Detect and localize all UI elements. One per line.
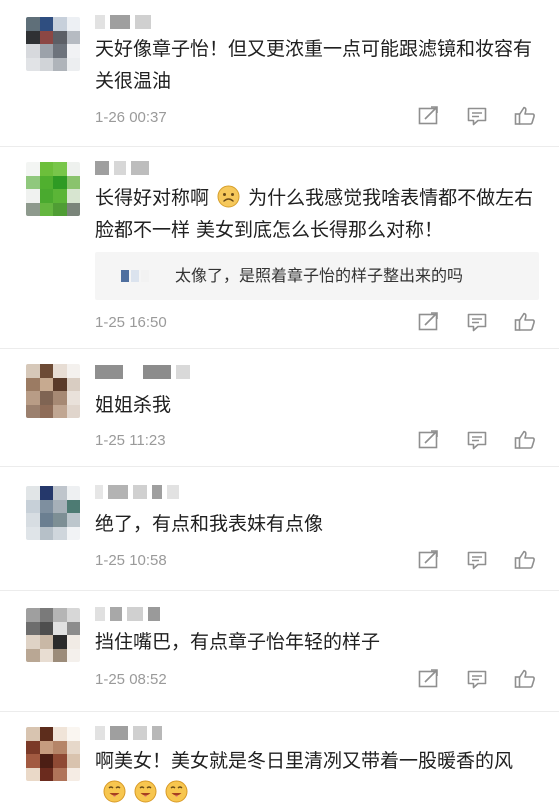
reply-icon[interactable] xyxy=(465,428,489,452)
comment-time: 1-25 16:50 xyxy=(95,314,167,331)
comment-actions xyxy=(417,310,537,334)
username-redacted[interactable] xyxy=(95,723,162,743)
comment-time: 1-25 08:52 xyxy=(95,671,167,688)
share-icon[interactable] xyxy=(417,667,441,691)
confused-face-icon xyxy=(217,185,240,208)
avatar[interactable] xyxy=(26,17,80,71)
share-icon[interactable] xyxy=(417,548,441,572)
reply-icon[interactable] xyxy=(465,667,489,691)
thumbs-up-icon[interactable] xyxy=(513,667,537,691)
comment-actions xyxy=(417,104,537,128)
avatar[interactable] xyxy=(26,162,80,216)
thumbs-up-icon[interactable] xyxy=(513,104,537,128)
username-redacted[interactable] xyxy=(95,482,179,502)
reply-icon[interactable] xyxy=(465,548,489,572)
comment-item: 天好像章子怡！但又更浓重一点可能跟滤镜和妆容有关很温油 1-26 00:37 xyxy=(0,0,559,147)
comment-actions xyxy=(417,667,537,691)
share-icon[interactable] xyxy=(417,104,441,128)
username-redacted[interactable] xyxy=(95,362,190,382)
comment-item: 挡住嘴巴，有点章子怡年轻的样子 1-25 08:52 xyxy=(0,590,559,712)
tongue-face-icon xyxy=(103,780,126,803)
username-redacted[interactable] xyxy=(95,604,160,624)
username-redacted[interactable] xyxy=(95,12,151,32)
emoji-row xyxy=(101,780,190,803)
share-icon[interactable] xyxy=(417,310,441,334)
comment-text: 长得好对称啊 为什么我感觉我啥表情都不做左右脸都不一样 美女到底怎么长得那么对称… xyxy=(95,182,535,246)
thumbs-up-icon[interactable] xyxy=(513,548,537,572)
avatar[interactable] xyxy=(26,608,80,662)
comment-item: 姐姐杀我 1-25 11:23 xyxy=(0,348,559,467)
comment-actions xyxy=(417,428,537,452)
thumbs-up-icon[interactable] xyxy=(513,428,537,452)
comment-item: 绝了，有点和我表妹有点像 1-25 10:58 xyxy=(0,466,559,591)
comment-text-part-1: 长得好对称啊 xyxy=(95,187,210,209)
comment-item: 长得好对称啊 为什么我感觉我啥表情都不做左右脸都不一样 美女到底怎么长得那么对称… xyxy=(0,146,559,349)
comment-text: 挡住嘴巴，有点章子怡年轻的样子 xyxy=(95,631,381,653)
quote-text: 太像了，是照着章子怡的样子整出来的吗 xyxy=(175,266,464,285)
tongue-face-icon xyxy=(134,780,157,803)
comment-text-body: 啊美女！美女就是冬日里清冽又带着一股暖香的风 xyxy=(95,750,514,772)
comment-actions xyxy=(417,548,537,572)
comment-time: 1-26 00:37 xyxy=(95,109,167,126)
reply-icon[interactable] xyxy=(465,104,489,128)
comment-text: 啊美女！美女就是冬日里清冽又带着一股暖香的风 xyxy=(95,745,535,809)
comment-item: 啊美女！美女就是冬日里清冽又带着一股暖香的风 xyxy=(0,711,559,806)
username-redacted[interactable] xyxy=(95,158,149,178)
quote-avatar xyxy=(121,270,149,282)
quoted-reply[interactable]: 太像了，是照着章子怡的样子整出来的吗 xyxy=(95,252,539,300)
reply-icon[interactable] xyxy=(465,310,489,334)
thumbs-up-icon[interactable] xyxy=(513,310,537,334)
avatar[interactable] xyxy=(26,727,80,781)
comment-text: 绝了，有点和我表妹有点像 xyxy=(95,513,324,535)
share-icon[interactable] xyxy=(417,428,441,452)
comment-time: 1-25 10:58 xyxy=(95,552,167,569)
avatar[interactable] xyxy=(26,364,80,418)
comment-text: 天好像章子怡！但又更浓重一点可能跟滤镜和妆容有关很温油 xyxy=(95,38,533,92)
tongue-face-icon xyxy=(165,780,188,803)
comment-time: 1-25 11:23 xyxy=(95,432,166,449)
comment-text: 姐姐杀我 xyxy=(95,394,172,416)
avatar[interactable] xyxy=(26,486,80,540)
